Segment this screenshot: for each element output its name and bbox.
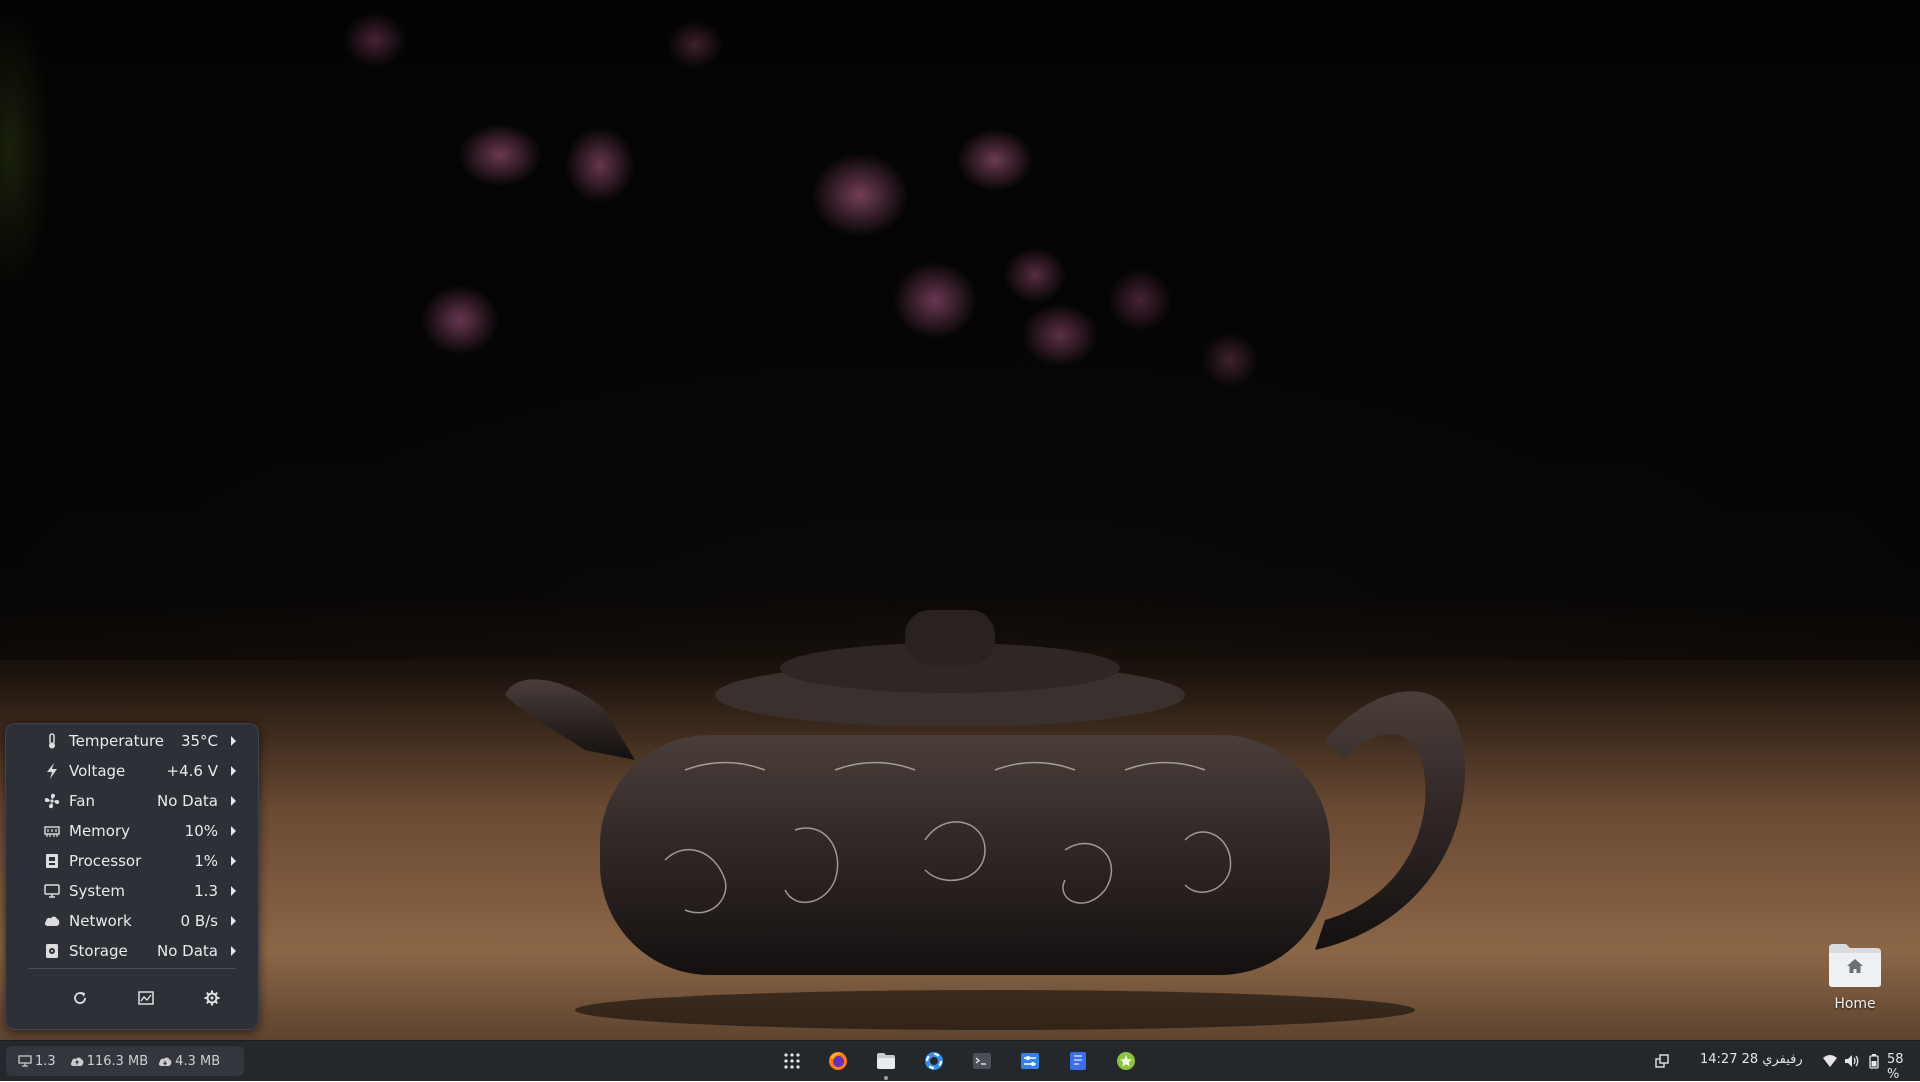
dock-text-editor[interactable] (1066, 1049, 1090, 1073)
memory-icon (44, 823, 60, 839)
battery-percentage: 58 % (1887, 1052, 1904, 1082)
menu-row-system[interactable]: System 1.3 (6, 876, 260, 906)
menu-label: Storage (69, 942, 128, 960)
cloud-download-icon (159, 1057, 172, 1066)
menu-value: 0 B/s (180, 912, 218, 930)
dock-files[interactable] (874, 1049, 898, 1080)
files-icon (877, 1053, 895, 1069)
menu-value: 10% (184, 822, 218, 840)
battery-status[interactable] (1866, 1053, 1882, 1069)
window-switch-icon (1655, 1054, 1669, 1068)
system-stats-indicator[interactable]: 1.3 116.3 MB 4.3 MB (6, 1046, 244, 1076)
menu-label: Memory (69, 822, 131, 840)
lightning-icon (44, 763, 60, 779)
help-icon (925, 1052, 943, 1070)
menu-row-network[interactable]: Network 0 B/s (6, 906, 260, 936)
cloud-icon (44, 913, 60, 929)
thermometer-icon (44, 733, 60, 749)
fan-icon (44, 793, 60, 809)
menu-label: Fan (69, 792, 95, 810)
cloud-upload-icon (70, 1057, 84, 1066)
clock[interactable]: 14:27 28 رفيفري (1700, 1052, 1803, 1067)
menu-row-processor[interactable]: Processor 1% (6, 846, 260, 876)
menu-label: Temperature (69, 732, 165, 750)
wifi-status[interactable] (1822, 1053, 1838, 1069)
menu-value: +4.6 V (166, 762, 218, 780)
menu-row-memory[interactable]: Memory 10% (6, 816, 260, 846)
menu-separator (28, 968, 236, 969)
refresh-icon (72, 990, 88, 1010)
menu-label: Network (69, 912, 132, 930)
chevron-right-icon (231, 886, 236, 896)
upload-stat: 116.3 MB (70, 1054, 148, 1069)
menu-row-storage[interactable]: Storage No Data (6, 936, 260, 966)
menu-label: Voltage (69, 762, 126, 780)
processor-icon (44, 853, 60, 869)
menu-value: 1.3 (194, 882, 218, 900)
chevron-right-icon (231, 916, 236, 926)
firefox-icon (829, 1052, 847, 1070)
system-monitor-icon (138, 990, 154, 1010)
dock-firefox[interactable] (826, 1049, 850, 1073)
upload-value: 116.3 MB (86, 1053, 149, 1069)
extension-icon (1117, 1052, 1135, 1070)
menu-label: System (69, 882, 125, 900)
open-system-monitor-button[interactable] (130, 984, 162, 1016)
chevron-right-icon (231, 736, 236, 746)
volume-status[interactable] (1844, 1053, 1860, 1069)
menu-value: No Data (157, 942, 218, 960)
volume-icon (1845, 1055, 1859, 1067)
battery-icon (1869, 1053, 1879, 1069)
system-monitor-menu: Temperature 35°C Voltage +4.6 V Fan No D… (5, 723, 259, 1030)
dock-help[interactable] (922, 1049, 946, 1073)
refresh-button[interactable] (64, 984, 96, 1016)
menu-row-fan[interactable]: Fan No Data (6, 786, 260, 816)
app-grid-icon (784, 1053, 800, 1069)
monitor-icon (18, 1055, 32, 1067)
home-folder-icon (1829, 944, 1881, 987)
teapot-image (505, 610, 1465, 1030)
menu-value: 1% (194, 852, 218, 870)
menu-label: Processor (69, 852, 142, 870)
dock-settings[interactable] (1018, 1049, 1042, 1073)
dock-terminal[interactable] (970, 1049, 994, 1073)
storage-icon (44, 943, 60, 959)
wifi-icon (1823, 1055, 1837, 1067)
menu-row-temperature[interactable]: Temperature 35°C (6, 726, 260, 756)
workspace-switcher[interactable] (1654, 1053, 1670, 1069)
settings-button[interactable] (196, 984, 228, 1016)
home-folder-label: Home (1834, 996, 1876, 1012)
settings-icon (1021, 1053, 1039, 1069)
desktop-home-folder[interactable]: Home (1822, 934, 1888, 1016)
bottom-panel: 1.3 116.3 MB 4.3 MB 14:27 28 رفيفري 58 % (0, 1040, 1920, 1082)
chevron-right-icon (231, 856, 236, 866)
system-load-value: 1.3 (35, 1053, 56, 1069)
chevron-right-icon (231, 826, 236, 836)
menu-value: No Data (157, 792, 218, 810)
menu-row-voltage[interactable]: Voltage +4.6 V (6, 756, 260, 786)
chevron-right-icon (231, 946, 236, 956)
terminal-icon (973, 1053, 991, 1069)
chevron-right-icon (231, 766, 236, 776)
menu-value: 35°C (180, 732, 218, 750)
text-editor-icon (1070, 1052, 1086, 1070)
monitor-icon (44, 883, 60, 899)
app-grid-button[interactable] (780, 1049, 804, 1073)
dock-extension[interactable] (1114, 1049, 1138, 1073)
gear-icon (204, 990, 220, 1010)
running-indicator (884, 1076, 888, 1080)
system-load-stat: 1.3 (18, 1054, 56, 1069)
download-value: 4.3 MB (175, 1053, 221, 1069)
chevron-right-icon (231, 796, 236, 806)
download-stat: 4.3 MB (158, 1054, 220, 1069)
